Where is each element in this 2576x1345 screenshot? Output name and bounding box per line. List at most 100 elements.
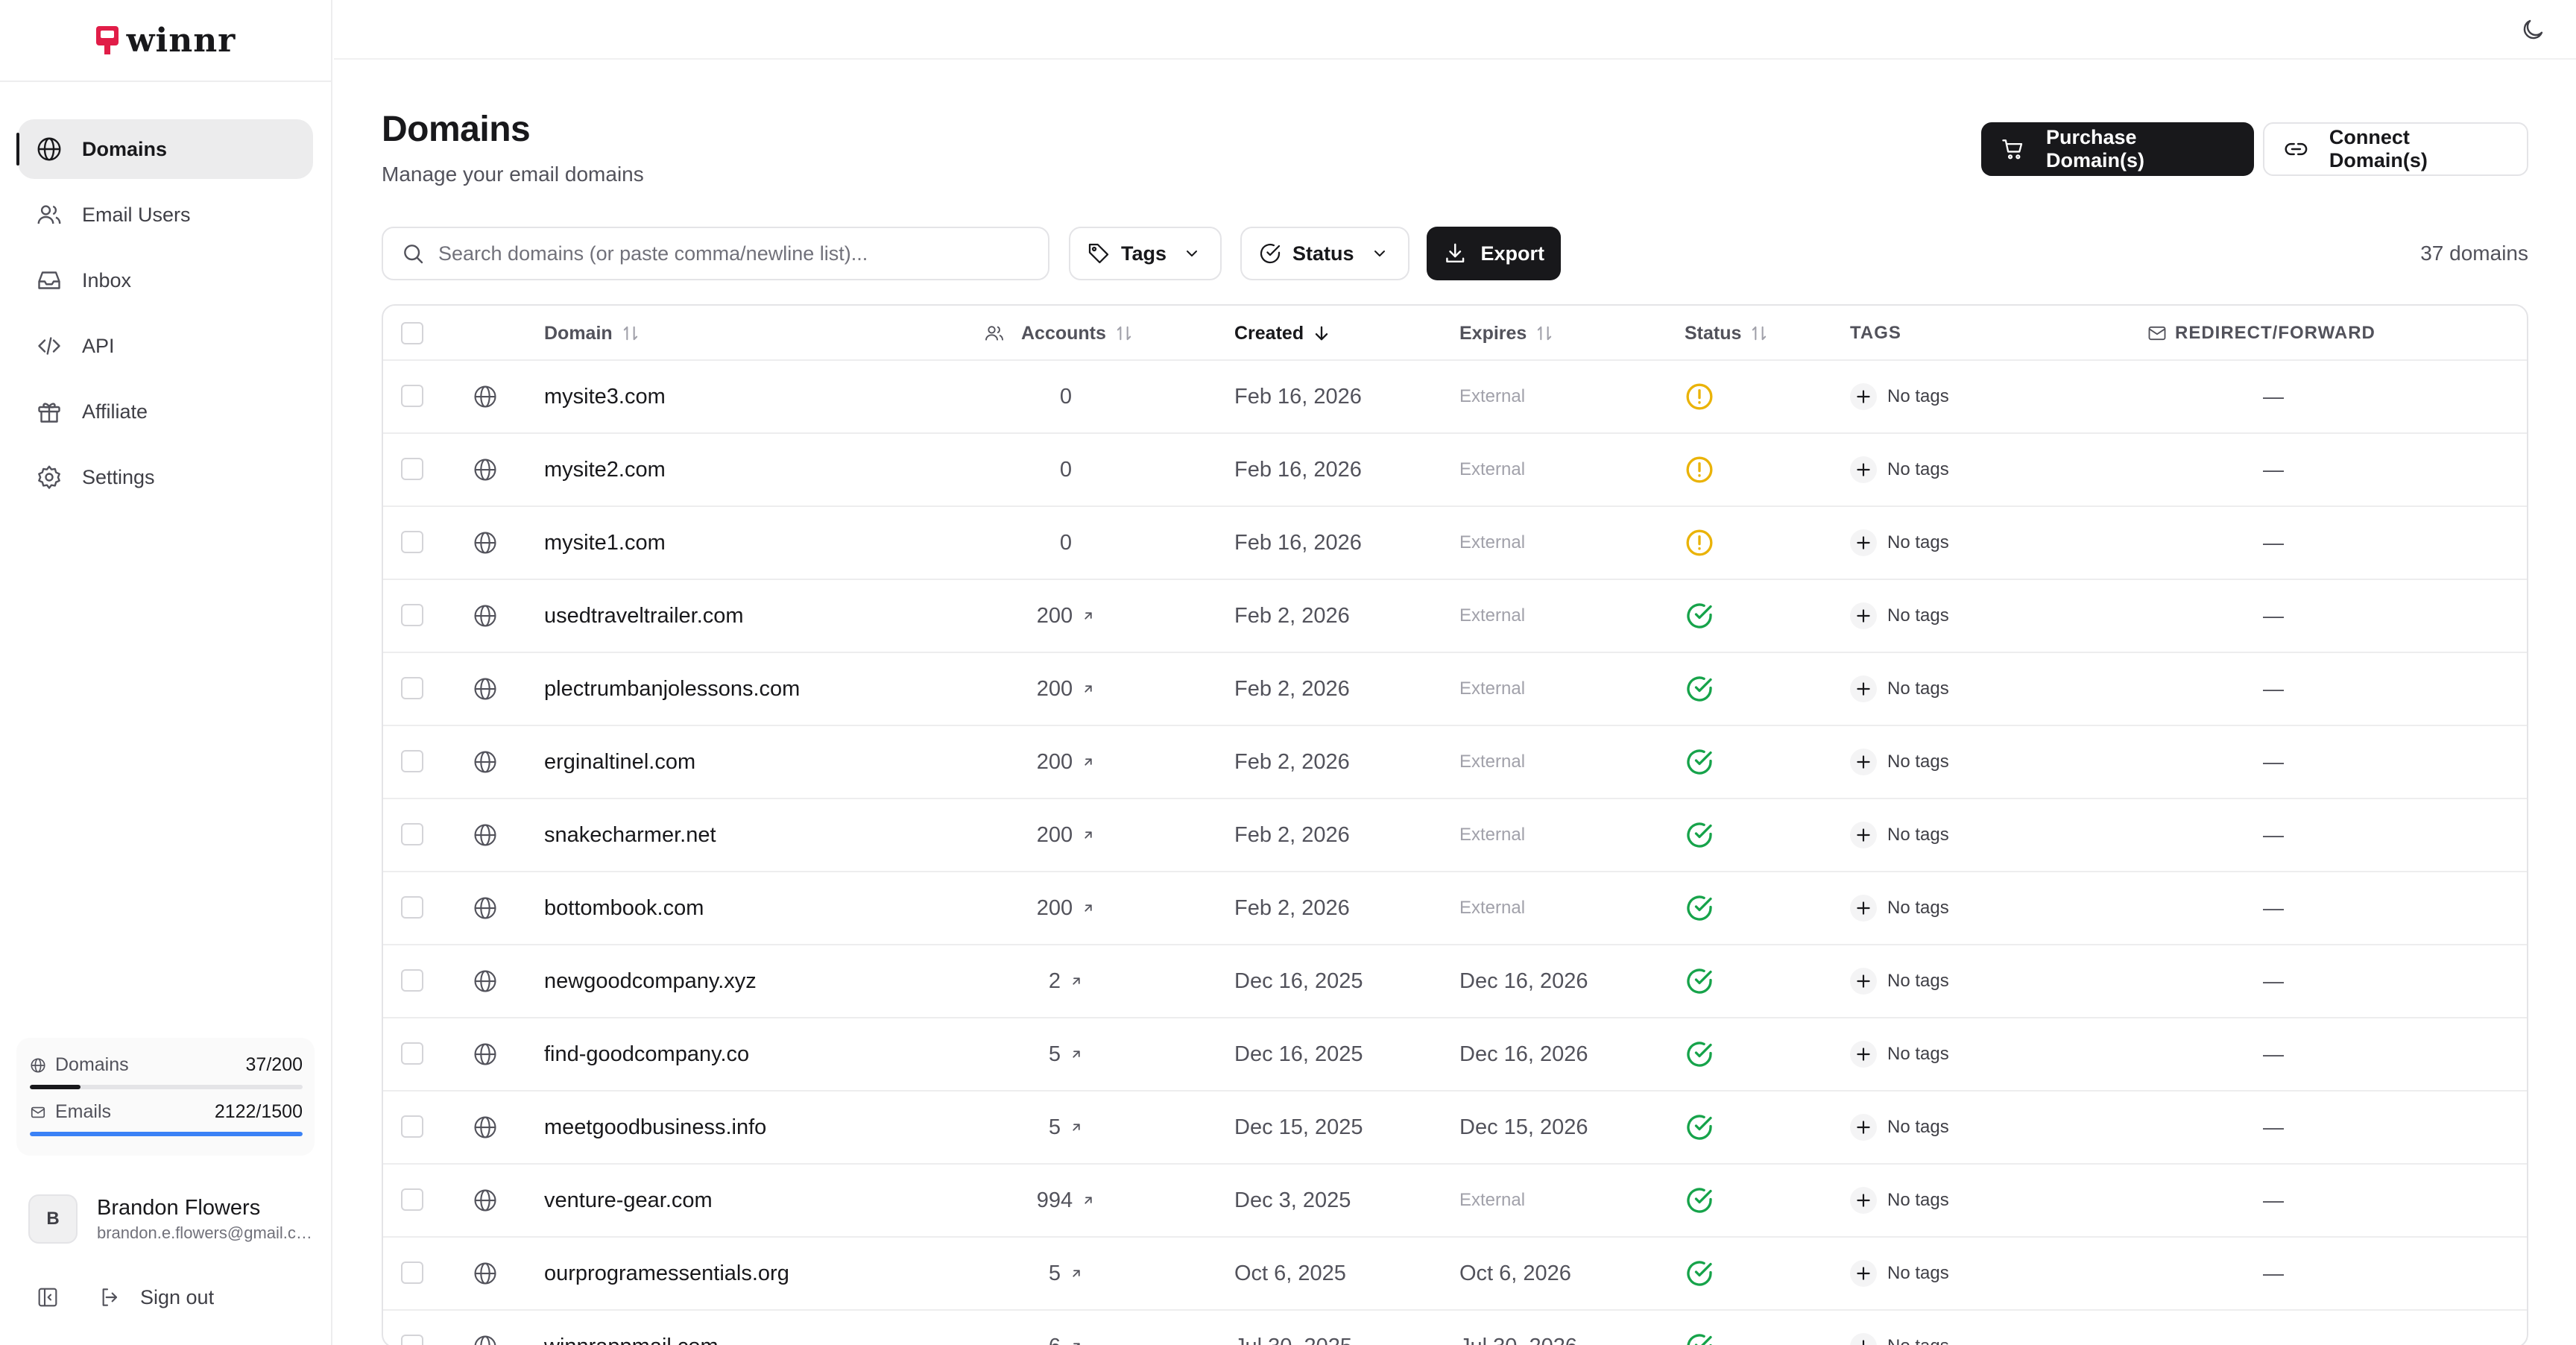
domain-name[interactable]: newgoodcompany.xyz (544, 945, 757, 1017)
sidebar-item-email-users[interactable]: Email Users (18, 185, 313, 245)
row-checkbox[interactable] (401, 750, 423, 772)
row-checkbox[interactable] (401, 969, 423, 992)
search-box[interactable] (382, 227, 1049, 280)
purchase-domains-button[interactable]: Purchase Domain(s) (1981, 122, 2254, 176)
accounts-count[interactable]: 5 (984, 1092, 1148, 1163)
table-row[interactable]: newgoodcompany.xyz 2 Dec 16, 2025 Dec 16, 2… (383, 945, 2527, 1018)
column-status[interactable]: Status (1685, 306, 1770, 361)
table-row[interactable]: ourprogramessentials.org 5 Oct 6, 2025 Oct … (383, 1238, 2527, 1311)
column-accounts[interactable]: Accounts (984, 306, 1134, 361)
accounts-count[interactable]: 994 (984, 1165, 1148, 1236)
domain-name[interactable]: mysite1.com (544, 507, 666, 579)
row-checkbox[interactable] (401, 1335, 423, 1345)
add-tag-button[interactable]: No tags (1850, 361, 1949, 432)
table-row[interactable]: mysite1.com 0 Feb 16, 2026 External No tags — (383, 507, 2527, 580)
expires-date: Oct 6, 2026 (1459, 1261, 1571, 1285)
accounts-count[interactable]: 5 (984, 1018, 1148, 1090)
domain-name[interactable]: usedtraveltrailer.com (544, 580, 744, 652)
sidebar-item-api[interactable]: API (18, 316, 313, 376)
table-row[interactable]: snakecharmer.net 200 Feb 2, 2026 External No… (383, 799, 2527, 872)
accounts-count[interactable]: 200 (984, 653, 1148, 725)
add-tag-button[interactable]: No tags (1850, 1311, 1949, 1345)
tags-filter[interactable]: Tags (1069, 227, 1222, 280)
row-checkbox[interactable] (401, 896, 423, 919)
plus-icon (1857, 901, 1870, 915)
export-button[interactable]: Export (1427, 227, 1561, 280)
users-icon (37, 205, 61, 224)
domain-name[interactable]: ourprogramessentials.org (544, 1238, 789, 1309)
domain-name[interactable]: winnrappmail.com (544, 1311, 719, 1345)
table-row[interactable]: meetgoodbusiness.info 5 Dec 15, 2025 Dec 15… (383, 1092, 2527, 1165)
sort-icon (1752, 326, 1767, 341)
row-checkbox[interactable] (401, 1115, 423, 1138)
sidebar-item-settings[interactable]: Settings (18, 447, 313, 507)
table-row[interactable]: venture-gear.com 994 Dec 3, 2025 External No… (383, 1165, 2527, 1238)
add-tag-button[interactable]: No tags (1850, 580, 1949, 652)
add-tag-button[interactable]: No tags (1850, 507, 1949, 579)
expires-date: Dec 16, 2026 (1459, 968, 1588, 993)
add-tag-button[interactable]: No tags (1850, 799, 1949, 871)
user-profile[interactable]: B Brandon Flowers brandon.e.flowers@gmai… (28, 1194, 313, 1244)
domain-name[interactable]: venture-gear.com (544, 1165, 713, 1236)
select-all-checkbox[interactable] (401, 322, 423, 344)
add-tag-button[interactable]: No tags (1850, 1238, 1949, 1309)
table-row[interactable]: usedtraveltrailer.com 200 Feb 2, 2026 Exter… (383, 580, 2527, 653)
column-created[interactable]: Created (1234, 306, 1332, 361)
accounts-count[interactable]: 5 (984, 1238, 1148, 1309)
status-filter[interactable]: Status (1240, 227, 1409, 280)
domain-name[interactable]: mysite3.com (544, 361, 666, 432)
domain-name[interactable]: mysite2.com (544, 434, 666, 505)
add-tag-button[interactable]: No tags (1850, 1018, 1949, 1090)
brand[interactable]: winnr (0, 0, 331, 82)
row-checkbox[interactable] (401, 1042, 423, 1065)
table-row[interactable]: mysite3.com 0 Feb 16, 2026 External No tags — (383, 361, 2527, 434)
add-tag-button[interactable]: No tags (1850, 434, 1949, 505)
sidebar-item-domains[interactable]: Domains (16, 119, 313, 179)
sign-out-button[interactable]: Sign out (98, 1285, 214, 1309)
sort-icon (1117, 326, 1131, 341)
tags-value: No tags (1887, 1336, 1949, 1345)
add-tag-button[interactable]: No tags (1850, 726, 1949, 798)
accounts-count[interactable]: 200 (984, 872, 1148, 944)
table-row[interactable]: plectrumbanjolessons.com 200 Feb 2, 2026 Ex… (383, 653, 2527, 726)
sidebar-toggle-icon[interactable] (36, 1285, 60, 1309)
row-checkbox[interactable] (401, 677, 423, 699)
domain-name[interactable]: bottombook.com (544, 872, 704, 944)
row-checkbox[interactable] (401, 385, 423, 407)
table-row[interactable]: winnrappmail.com 6 Jul 30, 2025 Jul 30, 202… (383, 1311, 2527, 1345)
sidebar-item-affiliate[interactable]: Affiliate (18, 382, 313, 441)
connect-domains-button[interactable]: Connect Domain(s) (2263, 122, 2528, 176)
row-checkbox[interactable] (401, 458, 423, 480)
table-row[interactable]: mysite2.com 0 Feb 16, 2026 External No tags — (383, 434, 2527, 507)
row-checkbox[interactable] (401, 531, 423, 553)
external-arrow-icon (1085, 1197, 1092, 1204)
add-tag-button[interactable]: No tags (1850, 945, 1949, 1017)
table-row[interactable]: erginaltinel.com 200 Feb 2, 2026 External No… (383, 726, 2527, 799)
row-checkbox[interactable] (401, 604, 423, 626)
domain-name[interactable]: find-goodcompany.co (544, 1018, 749, 1090)
domain-name[interactable]: meetgoodbusiness.info (544, 1092, 766, 1163)
table-row[interactable]: find-goodcompany.co 5 Dec 16, 2025 Dec 16, … (383, 1018, 2527, 1092)
domain-name[interactable]: plectrumbanjolessons.com (544, 653, 800, 725)
accounts-count[interactable]: 200 (984, 726, 1148, 798)
row-checkbox[interactable] (401, 1188, 423, 1211)
domain-name[interactable]: snakecharmer.net (544, 799, 716, 871)
add-tag-button[interactable]: No tags (1850, 1092, 1949, 1163)
column-expires[interactable]: Expires (1459, 306, 1555, 361)
search-input[interactable] (438, 242, 1035, 265)
add-tag-button[interactable]: No tags (1850, 653, 1949, 725)
accounts-count[interactable]: 200 (984, 799, 1148, 871)
sidebar-item-inbox[interactable]: Inbox (18, 251, 313, 310)
moon-icon[interactable] (2519, 16, 2546, 43)
export-label: Export (1480, 242, 1544, 265)
row-checkbox[interactable] (401, 1261, 423, 1284)
table-row[interactable]: bottombook.com 200 Feb 2, 2026 External No t… (383, 872, 2527, 945)
accounts-count[interactable]: 2 (984, 945, 1148, 1017)
row-checkbox[interactable] (401, 823, 423, 845)
accounts-count[interactable]: 200 (984, 580, 1148, 652)
accounts-count[interactable]: 6 (984, 1311, 1148, 1345)
add-tag-button[interactable]: No tags (1850, 872, 1949, 944)
column-domain[interactable]: Domain (544, 306, 641, 361)
domain-name[interactable]: erginaltinel.com (544, 726, 695, 798)
add-tag-button[interactable]: No tags (1850, 1165, 1949, 1236)
